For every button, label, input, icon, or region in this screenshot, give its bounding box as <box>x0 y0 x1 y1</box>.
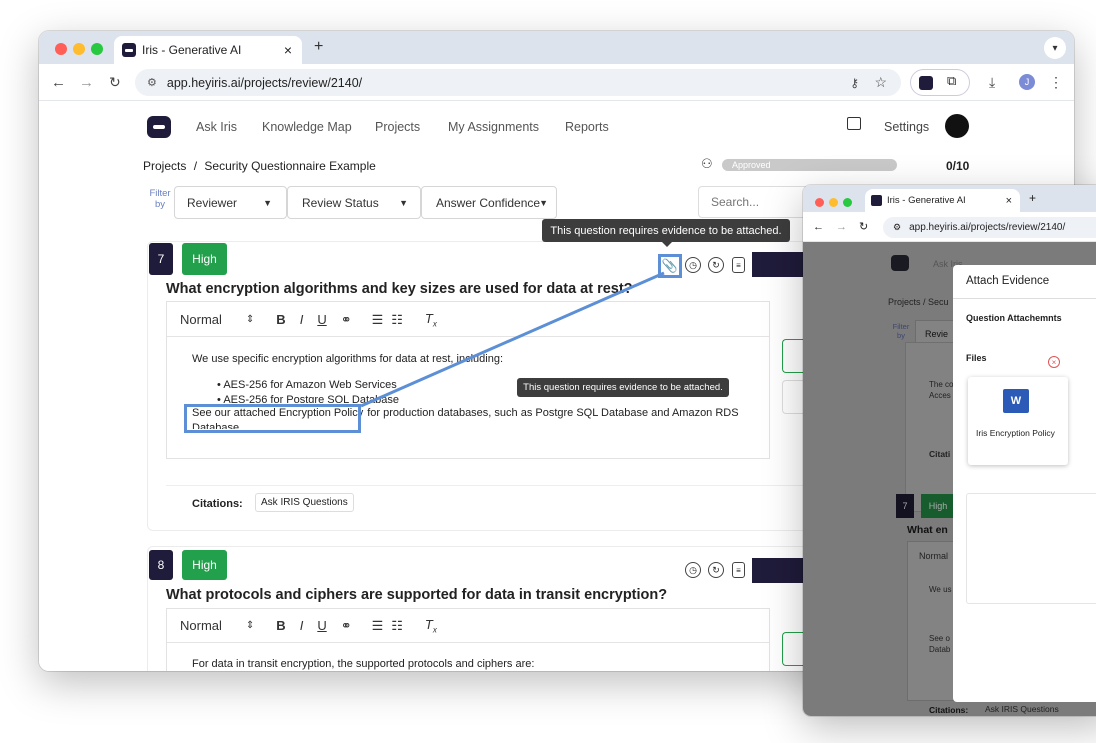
question-number: 8 <box>149 550 173 580</box>
tab-close-icon[interactable]: × <box>1006 195 1012 207</box>
forward-arrow-icon[interactable]: → <box>79 74 94 91</box>
citation-chip[interactable]: Ask IRIS Questions <box>255 493 354 512</box>
tab-title: Iris - Generative AI <box>142 43 242 57</box>
iris-logo-icon <box>871 195 882 206</box>
iris-logo-icon <box>891 255 909 271</box>
window-controls <box>815 194 852 212</box>
url-text: app.heyiris.ai/projects/review/2140/ <box>166 75 363 90</box>
confidence-badge: High <box>182 550 227 580</box>
maximize-window-button[interactable] <box>91 43 103 55</box>
address-toolbar: ← → ↻ ⚙ app.heyiris.ai/projects/review/2… <box>39 64 1074 101</box>
ordered-list-icon[interactable]: ☰ <box>372 618 384 634</box>
bg-text: We us <box>929 585 952 594</box>
back-arrow-icon[interactable]: ← <box>813 221 824 233</box>
question-title: What protocols and ciphers are supported… <box>166 587 668 603</box>
bg-text: See o <box>929 634 950 643</box>
italic-icon[interactable]: I <box>300 618 304 633</box>
files-heading: Files <box>966 353 987 363</box>
bg-text: The co <box>929 380 954 389</box>
tab-strip: Iris - Generative AI × + ▾ <box>39 31 1074 64</box>
history-icon[interactable]: ◷ <box>685 562 701 578</box>
iris-extension-icon[interactable] <box>919 76 933 90</box>
confidence-badge: High <box>921 494 955 518</box>
link-icon[interactable]: ⚭ <box>341 618 352 634</box>
breadcrumb: Projects / Secu <box>888 297 949 307</box>
extensions-pill: ⧉ <box>910 69 970 96</box>
minimize-window-button[interactable] <box>73 43 85 55</box>
format-select-arrows-icon[interactable]: ⇕ <box>246 620 254 631</box>
attachments-heading: Question Attachemnts <box>966 313 1062 323</box>
file-name: Iris Encryption Policy <box>976 428 1055 438</box>
extensions-puzzle-icon[interactable]: ⧉ <box>947 73 956 89</box>
password-key-icon[interactable]: ⚷ <box>850 76 859 90</box>
underline-icon[interactable]: U <box>317 618 326 633</box>
regenerate-icon[interactable]: ↻ <box>708 562 724 578</box>
file-card[interactable]: W Iris Encryption Policy <box>968 377 1068 465</box>
tab-strip: Iris - Generative AI × + <box>803 185 1096 212</box>
close-window-button[interactable] <box>55 43 67 55</box>
address-toolbar: ← → ↻ ⚙ app.heyiris.ai/projects/review/2… <box>803 212 1096 242</box>
forward-arrow-icon[interactable]: → <box>836 221 847 233</box>
bg-text: Acces <box>929 391 951 400</box>
format-select: Normal <box>919 551 949 561</box>
minimize-window-button[interactable] <box>829 198 838 207</box>
question-title: What en <box>907 524 948 536</box>
back-arrow-icon[interactable]: ← <box>51 74 66 91</box>
editor-divider <box>167 642 769 643</box>
upload-dropzone[interactable] <box>966 493 1096 604</box>
new-tab-button[interactable]: + <box>314 38 323 56</box>
bg-citations: Citati <box>929 449 951 459</box>
tab-search-chevron-icon[interactable]: ▾ <box>1044 37 1066 59</box>
word-document-icon: W <box>1003 389 1029 413</box>
citation-chip: Ask IRIS Questions <box>985 704 1059 714</box>
url-bar[interactable]: ⚙ app.heyiris.ai/projects/review/2140/ <box>883 217 1096 238</box>
editor-toolbar: Normal ⇕ B I U ⚭ ☰ ☷ Tx <box>180 617 437 635</box>
bold-icon[interactable]: B <box>276 618 285 633</box>
close-window-button[interactable] <box>815 198 824 207</box>
bookmark-star-icon[interactable]: ☆ <box>874 74 887 91</box>
modal-divider <box>953 298 1096 299</box>
dimmed-editor <box>907 541 957 701</box>
browser-tab[interactable]: Iris - Generative AI × <box>114 36 302 64</box>
iris-logo-icon <box>122 43 136 57</box>
format-select[interactable]: Normal <box>180 618 222 633</box>
bg-text: Datab <box>929 645 951 654</box>
new-tab-button[interactable]: + <box>1029 191 1036 205</box>
overlay-browser-window: Iris - Generative AI × + ← → ↻ ⚙ app.hey… <box>803 185 1096 716</box>
question-number: 7 <box>896 494 914 518</box>
notes-icon[interactable]: ≡ <box>732 562 745 578</box>
site-info-icon[interactable]: ⚙ <box>147 76 157 89</box>
attach-evidence-modal: Attach Evidence Question Attachemnts Fil… <box>953 265 1096 702</box>
reload-icon[interactable]: ↻ <box>859 220 868 233</box>
reload-icon[interactable]: ↻ <box>109 74 121 91</box>
browser-tab[interactable]: Iris - Generative AI × <box>865 189 1020 212</box>
site-info-icon[interactable]: ⚙ <box>893 222 901 233</box>
citations-label: Citations: <box>929 705 969 715</box>
bullet-list-icon[interactable]: ☷ <box>391 618 403 634</box>
dimmed-app-background: Ask Iris Projects / Secu Filter by Revie… <box>803 242 1096 716</box>
window-controls <box>55 42 103 60</box>
clear-format-icon[interactable]: Tx <box>425 617 437 635</box>
filter-label: Filter by <box>892 322 910 340</box>
citations-divider <box>166 485 812 486</box>
url-bar[interactable]: ⚙ app.heyiris.ai/projects/review/2140/ ⚷… <box>135 69 901 96</box>
citations-label: Citations: <box>192 498 243 510</box>
tab-close-icon[interactable]: × <box>284 42 292 58</box>
remove-file-icon[interactable]: × <box>1048 356 1060 368</box>
tab-title: Iris - Generative AI <box>887 195 966 206</box>
url-text: app.heyiris.ai/projects/review/2140/ <box>909 222 1066 233</box>
profile-avatar[interactable]: J <box>1019 74 1035 90</box>
maximize-window-button[interactable] <box>843 198 852 207</box>
modal-title: Attach Evidence <box>966 275 1050 287</box>
answer-intro: For data in transit encryption, the supp… <box>192 658 535 670</box>
download-icon[interactable]: ⤓ <box>989 74 995 91</box>
browser-menu-icon[interactable]: ⋮ <box>1049 74 1063 91</box>
